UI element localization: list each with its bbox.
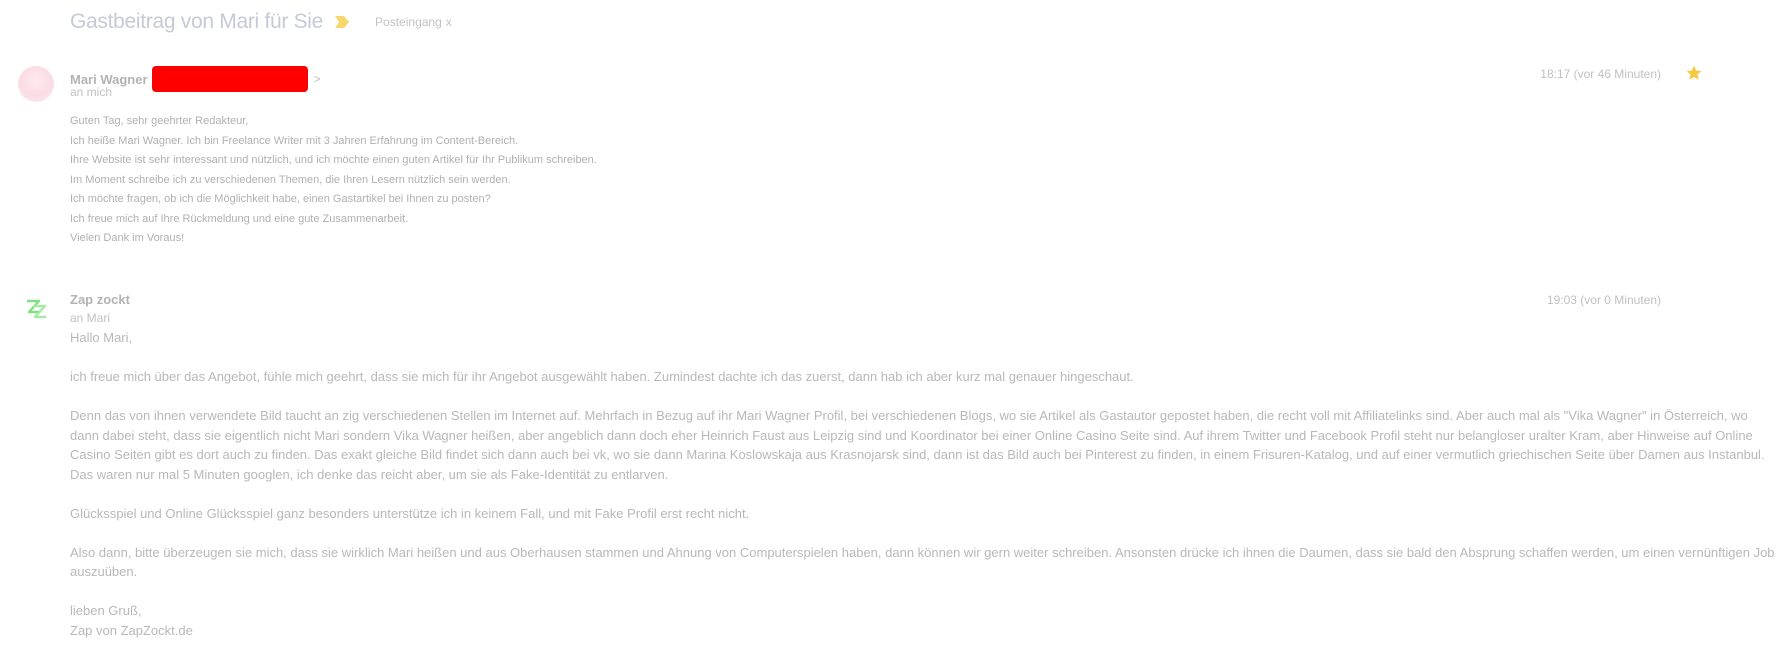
sender-avatar[interactable]: [18, 290, 54, 326]
body-line: Ich möchte fragen, ob ich die Möglichkei…: [70, 193, 491, 205]
label-chip-text: Posteingang: [375, 15, 442, 29]
body-line: Ihre Website ist sehr interessant und nü…: [70, 154, 597, 166]
sender-line: Zap zockt: [70, 292, 130, 307]
body-paragraph: ich freue mich über das Angebot, fühle m…: [70, 369, 1134, 384]
body-line: Im Moment schreibe ich zu verschiedenen …: [70, 173, 511, 186]
star-icon[interactable]: [1685, 64, 1703, 82]
message-body: Guten Tag, sehr geehrter Redakteur, Ich …: [70, 112, 597, 249]
message-timestamp: 18:17 (vor 46 Minuten): [1540, 67, 1661, 81]
message-body: Hallo Mari, ich freue mich über das Ange…: [70, 328, 1780, 640]
body-paragraph: Glücksspiel und Online Glücksspiel ganz …: [70, 505, 750, 521]
sender-name[interactable]: Zap zockt: [70, 292, 130, 307]
recipient-line[interactable]: an Mari: [70, 311, 110, 325]
signature-block: lieben Gruß, Zap von ZapZockt.de: [70, 601, 1780, 640]
sender-email-suffix: >: [313, 72, 321, 86]
sender-avatar[interactable]: [18, 66, 54, 102]
redacted-email-block: [151, 66, 308, 92]
body-line: Ich freue mich auf Ihre Rückmeldung und …: [70, 212, 409, 225]
body-paragraph: Denn das von ihnen verwendete Bild tauch…: [70, 408, 1765, 482]
thread-subject: Gastbeitrag von Mari für Sie: [70, 10, 324, 33]
body-signature: Zap von ZapZockt.de: [70, 622, 193, 638]
body-paragraph: Also dann, bitte überzeugen sie mich, da…: [70, 544, 1775, 580]
body-closing: lieben Gruß,: [70, 603, 142, 618]
label-chip-inbox[interactable]: Posteingang x: [375, 15, 452, 29]
zapzockt-logo-icon: [27, 299, 47, 319]
message-timestamp: 19:03 (vor 0 Minuten): [1546, 293, 1661, 307]
label-remove-button[interactable]: x: [446, 15, 452, 29]
body-greeting: Hallo Mari,: [70, 330, 133, 345]
body-line: Ich heiße Mari Wagner. Ich bin Freelance…: [70, 134, 519, 147]
body-line: Vielen Dank im Voraus!: [70, 232, 185, 244]
importance-marker-icon[interactable]: [335, 16, 350, 28]
recipient-line[interactable]: an mich: [70, 85, 112, 99]
thread-header: Gastbeitrag von Mari für Sie Posteingang…: [70, 10, 452, 34]
body-line: Guten Tag, sehr geehrter Redakteur,: [70, 115, 249, 127]
